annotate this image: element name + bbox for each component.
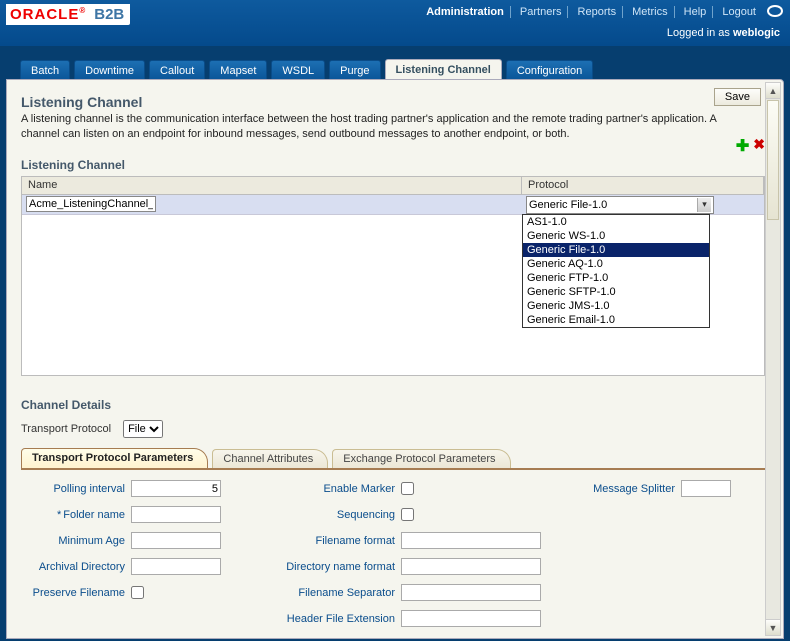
add-channel-icon[interactable]: ✚ xyxy=(736,136,749,156)
subtab-exchange-params[interactable]: Exchange Protocol Parameters xyxy=(332,449,510,468)
oracle-o-icon xyxy=(766,4,784,18)
protocol-option[interactable]: Generic JMS-1.0 xyxy=(523,299,709,313)
nav-help[interactable]: Help xyxy=(678,6,714,18)
tab-wsdl[interactable]: WSDL xyxy=(271,60,325,80)
protocol-option[interactable]: Generic AQ-1.0 xyxy=(523,257,709,271)
login-status: Logged in as weblogic xyxy=(667,27,780,39)
delete-channel-icon[interactable]: ✖ xyxy=(753,136,765,156)
folder-name-label[interactable]: *Folder name xyxy=(21,509,131,521)
scroll-up-arrow[interactable]: ▲ xyxy=(766,83,780,99)
transport-protocol-label: Transport Protocol xyxy=(21,423,117,435)
protocol-option[interactable]: Generic SFTP-1.0 xyxy=(523,285,709,299)
scroll-down-arrow[interactable]: ▼ xyxy=(766,619,780,635)
protocol-option[interactable]: Generic Email-1.0 xyxy=(523,313,709,327)
tab-downtime[interactable]: Downtime xyxy=(74,60,145,80)
product-name: B2B xyxy=(94,6,124,23)
sequencing-label[interactable]: Sequencing xyxy=(261,509,401,521)
directory-name-format-label[interactable]: Directory name format xyxy=(261,561,401,573)
detail-subtabs: Transport Protocol Parameters Channel At… xyxy=(21,448,765,470)
scroll-thumb[interactable] xyxy=(767,100,779,220)
sequencing-checkbox[interactable] xyxy=(401,508,414,521)
enable-marker-label[interactable]: Enable Marker xyxy=(261,483,401,495)
preserve-filename-checkbox[interactable] xyxy=(131,586,144,599)
nav-reports[interactable]: Reports xyxy=(572,6,624,18)
header-file-extension-label[interactable]: Header File Extension xyxy=(261,613,401,625)
workspace: Batch Downtime Callout Mapset WSDL Purge… xyxy=(0,46,790,641)
oracle-wordmark: ORACLE® xyxy=(10,6,86,23)
protocol-option[interactable]: Generic FTP-1.0 xyxy=(523,271,709,285)
minimum-age-label[interactable]: Minimum Age xyxy=(21,535,131,547)
enable-marker-checkbox[interactable] xyxy=(401,482,414,495)
tab-callout[interactable]: Callout xyxy=(149,60,205,80)
app-header: ORACLE® B2B Administration Partners Repo… xyxy=(0,0,790,46)
tab-listening-channel[interactable]: Listening Channel xyxy=(385,59,502,80)
col-header-protocol: Protocol xyxy=(522,177,764,194)
vertical-scrollbar[interactable]: ▲ ▼ xyxy=(765,82,781,636)
tab-purge[interactable]: Purge xyxy=(329,60,380,80)
protocol-option[interactable]: Generic WS-1.0 xyxy=(523,229,709,243)
tab-mapset[interactable]: Mapset xyxy=(209,60,267,80)
listening-channel-table: Name Protocol Generic File-1.0 xyxy=(21,176,765,376)
listening-channel-heading: Listening Channel xyxy=(21,158,765,172)
channel-details-heading: Channel Details xyxy=(21,398,765,412)
page-description: A listening channel is the communication… xyxy=(21,112,741,142)
table-header-row: Name Protocol xyxy=(22,177,764,195)
protocol-option[interactable]: Generic File-1.0 xyxy=(523,243,709,257)
dropdown-arrow-icon[interactable] xyxy=(697,198,711,212)
tab-batch[interactable]: Batch xyxy=(20,60,70,80)
header-file-extension-input[interactable] xyxy=(401,610,541,627)
preserve-filename-label[interactable]: Preserve Filename xyxy=(21,587,131,599)
protocol-option[interactable]: AS1-1.0 xyxy=(523,215,709,229)
archival-directory-input[interactable] xyxy=(131,558,221,575)
admin-tabs: Batch Downtime Callout Mapset WSDL Purge… xyxy=(20,58,784,80)
directory-name-format-input[interactable] xyxy=(401,558,541,575)
minimum-age-input[interactable] xyxy=(131,532,221,549)
tab-configuration[interactable]: Configuration xyxy=(506,60,593,80)
filename-separator-label[interactable]: Filename Separator xyxy=(261,587,401,599)
message-splitter-label[interactable]: Message Splitter xyxy=(561,483,681,495)
save-button[interactable]: Save xyxy=(714,88,761,106)
folder-name-input[interactable] xyxy=(131,506,221,523)
subtab-transport-params[interactable]: Transport Protocol Parameters xyxy=(21,448,208,468)
filename-separator-input[interactable] xyxy=(401,584,541,601)
filename-format-input[interactable] xyxy=(401,532,541,549)
top-nav: Administration Partners Reports Metrics … xyxy=(420,6,762,18)
nav-metrics[interactable]: Metrics xyxy=(626,6,674,18)
nav-logout[interactable]: Logout xyxy=(716,6,762,18)
message-splitter-input[interactable] xyxy=(681,480,731,497)
filename-format-label[interactable]: Filename format xyxy=(261,535,401,547)
table-row[interactable]: Generic File-1.0 AS1-1.0 Generic WS-1.0 … xyxy=(22,195,764,215)
protocol-select[interactable]: Generic File-1.0 xyxy=(526,196,714,214)
protocol-dropdown: AS1-1.0 Generic WS-1.0 Generic File-1.0 … xyxy=(522,214,710,328)
archival-directory-label[interactable]: Archival Directory xyxy=(21,561,131,573)
content-panel: Save ▲ ▼ Listening Channel A listening c… xyxy=(6,79,784,639)
polling-interval-label[interactable]: Polling interval xyxy=(21,483,131,495)
protocol-selected-value: Generic File-1.0 xyxy=(529,199,607,211)
nav-partners[interactable]: Partners xyxy=(514,6,569,18)
transport-protocol-select[interactable]: File xyxy=(123,420,163,438)
brand-logo: ORACLE® B2B xyxy=(6,4,130,25)
polling-interval-input[interactable] xyxy=(131,480,221,497)
nav-administration[interactable]: Administration xyxy=(420,6,511,18)
page-title: Listening Channel xyxy=(21,94,765,110)
transport-params-form: Polling interval *Folder name Minimum Ag… xyxy=(21,478,765,630)
subtab-channel-attrs[interactable]: Channel Attributes xyxy=(212,449,328,468)
channel-name-input[interactable] xyxy=(26,196,156,212)
col-header-name: Name xyxy=(22,177,522,194)
